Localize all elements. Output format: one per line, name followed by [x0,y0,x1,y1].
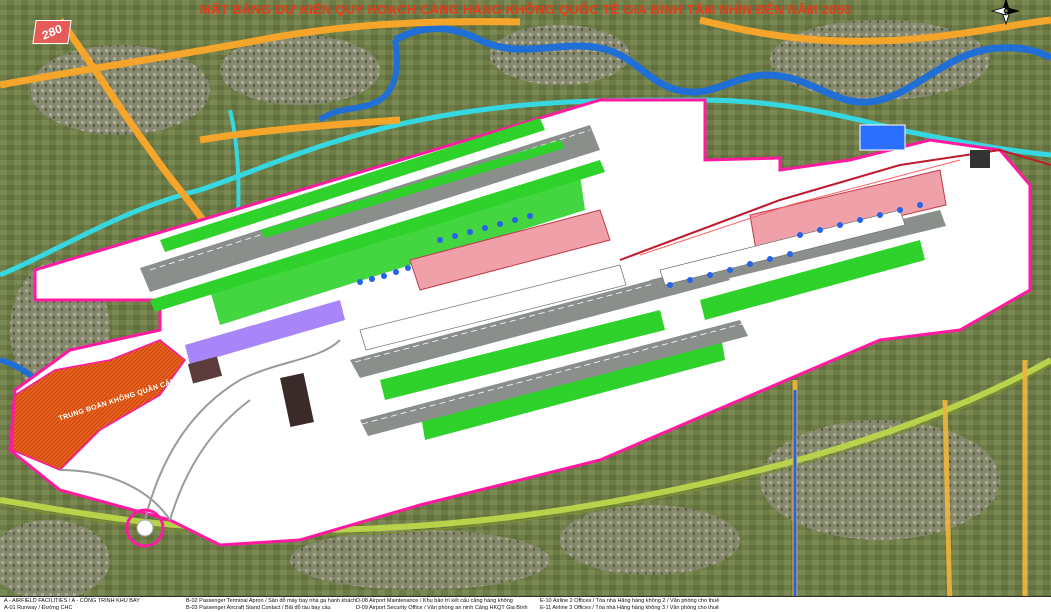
legend-b02: B-02 Passenger Terminal Apron / Sân đỗ m… [186,598,357,604]
legend-table: A - AIRFIELD FACILITIES / A - CÔNG TRÌNH… [0,596,1051,612]
legend-a01: A-01 Runway / Đường CHC [4,605,73,611]
legend-d09: D-09 Airport Security Office / Văn phòng… [356,605,528,611]
map-title: MẶT BẰNG DỰ KIẾN QUY HOẠCH CẢNG HÀNG KHÔ… [199,2,852,17]
rail-station [970,150,990,168]
legend-d08: D-08 Airport Maintenance / Khu bảo trì k… [356,598,513,604]
north-arrow-icon [990,0,1020,26]
fuel-farm [859,124,906,151]
legend-section-a: A - AIRFIELD FACILITIES / A - CÔNG TRÌNH… [4,598,140,604]
legend-e10: E-10 Airline 2 Offices / Tòa nhà Hãng hà… [540,598,720,604]
airport-plan-map [0,0,1051,611]
legend-b03: B-03 Passenger Aircraft Stand Contact / … [186,605,331,611]
route-badge: 280 [32,20,72,44]
legend-e11: E-11 Airline 3 Offices / Tòa nhà Hãng hà… [540,605,719,611]
